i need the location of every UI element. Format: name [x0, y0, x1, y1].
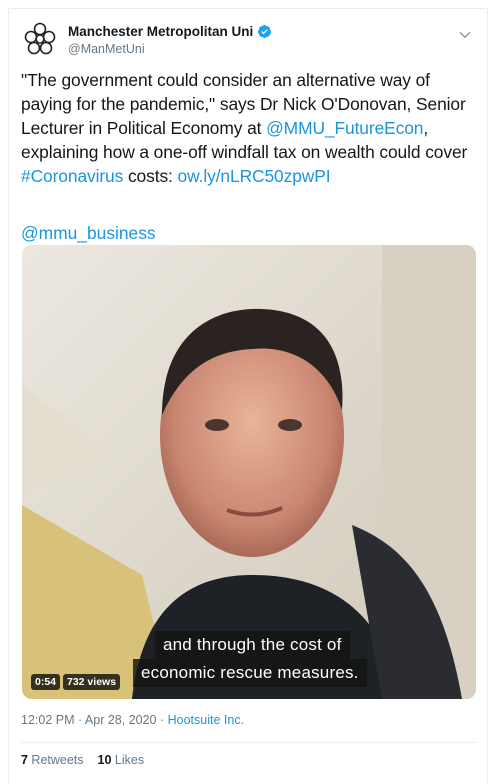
chevron-down-icon[interactable] — [456, 26, 474, 44]
likes-stat[interactable]: 10 Likes — [98, 752, 145, 769]
tweet-text: "The government could consider an altern… — [21, 68, 481, 188]
divider — [21, 742, 477, 743]
author-display-name[interactable]: Manchester Metropolitan Uni — [68, 23, 253, 40]
tweet-header: Manchester Metropolitan Uni @ManMetUni — [21, 20, 477, 64]
video-subtitle-line: economic rescue measures. — [133, 659, 367, 687]
hashtag-link[interactable]: #Coronavirus — [21, 166, 123, 186]
verified-badge-icon — [257, 24, 272, 39]
tweet-timestamp[interactable]: 12:02 PM · Apr 28, 2020 — [21, 713, 157, 727]
retweets-count: 7 — [21, 753, 28, 767]
likes-count: 10 — [97, 753, 112, 767]
tweet-meta: 12:02 PM · Apr 28, 2020 · Hootsuite Inc. — [21, 712, 244, 729]
author-handle[interactable]: @ManMetUni — [68, 41, 272, 58]
mention-link[interactable]: @MMU_FutureEcon — [266, 118, 423, 138]
tweet-card: Manchester Metropolitan Uni @ManMetUni "… — [8, 8, 488, 784]
mmu-logo-icon[interactable] — [21, 20, 59, 58]
url-link[interactable]: ow.ly/nLRC50zpwPI — [178, 166, 331, 186]
tweet-source-link[interactable]: Hootsuite Inc. — [168, 713, 244, 727]
mention-link[interactable]: @mmu_business — [21, 223, 156, 243]
author-info: Manchester Metropolitan Uni @ManMetUni — [68, 23, 272, 58]
video-subtitle-line: and through the cost of — [155, 631, 350, 659]
likes-label: Likes — [111, 753, 145, 767]
retweets-stat[interactable]: 7 Retweets — [21, 752, 84, 769]
tweet-stats: 7 Retweets 10 Likes — [21, 752, 144, 769]
video-player[interactable]: and through the cost of economic rescue … — [22, 245, 476, 699]
video-views-badge: 732 views — [63, 674, 121, 690]
tweet-text-part: costs: — [123, 166, 178, 186]
video-duration-badge: 0:54 — [31, 674, 61, 690]
tweet-mention-line: @mmu_business — [21, 221, 156, 245]
retweets-label: Retweets — [27, 753, 84, 767]
meta-separator: · — [156, 713, 168, 727]
